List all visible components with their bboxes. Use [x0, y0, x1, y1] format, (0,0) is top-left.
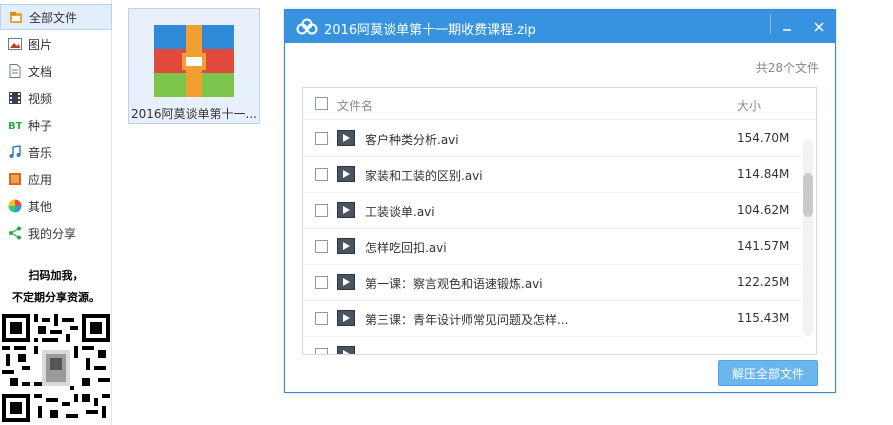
- file-row-size: 122.25M: [737, 275, 790, 289]
- sidebar-item-documents[interactable]: 文档: [0, 58, 112, 84]
- file-row[interactable]: 怎样吃回扣.avi 141.57M: [303, 229, 801, 265]
- dialog-title: 2016阿莫谈单第十一期收费课程.zip: [324, 23, 536, 38]
- column-header-name[interactable]: 文件名: [337, 97, 373, 114]
- dialog-titlebar[interactable]: 2016阿莫谈单第十一期收费课程.zip: [285, 10, 835, 43]
- file-row-checkbox[interactable]: [315, 348, 328, 354]
- music-icon: [9, 145, 21, 158]
- file-row-checkbox[interactable]: [315, 312, 328, 325]
- video-file-icon: [337, 310, 355, 326]
- sidebar-item-torrents[interactable]: BT 种子: [0, 112, 112, 138]
- file-row-size: 115.43M: [737, 311, 790, 325]
- column-header-size[interactable]: 大小: [737, 97, 761, 114]
- file-row-name: 客户种类分析.avi: [365, 133, 459, 147]
- file-row[interactable]: 工装谈单.avi 104.62M: [303, 193, 801, 229]
- sidebar-item-all-files[interactable]: 全部文件: [0, 4, 112, 30]
- file-row-name: 第一课：察言观色和语速锻炼.avi: [365, 277, 543, 291]
- zip-file-tile[interactable]: 2016阿莫谈单第十一...: [128, 8, 260, 124]
- file-list-scrollbar[interactable]: [803, 140, 813, 336]
- video-icon: [9, 92, 21, 104]
- file-row[interactable]: 客户种类分析.avi 154.70M: [303, 121, 801, 157]
- video-file-icon: [337, 166, 355, 182]
- bt-icon: BT: [8, 121, 22, 132]
- close-button[interactable]: [803, 10, 835, 43]
- file-row-checkbox[interactable]: [315, 132, 328, 145]
- select-all-checkbox[interactable]: [315, 97, 328, 110]
- other-icon: [8, 199, 22, 213]
- app-window: 全部文件 图片 文档 视频 BT 种子 音乐 应用 其他 我的分享 扫码加我， …: [0, 0, 893, 425]
- file-row-checkbox[interactable]: [315, 276, 328, 289]
- sidebar-item-label: 我的分享: [28, 226, 77, 241]
- close-icon: [814, 21, 824, 32]
- file-row-name: 家装和工装的区别.avi: [365, 169, 483, 183]
- file-list: 文件名 大小 客户种类分析.avi 154.70M 家装和工装的区别.avi 1…: [302, 87, 817, 355]
- sidebar-item-label: 文档: [28, 64, 53, 79]
- file-row-size: 141.57M: [737, 239, 790, 253]
- promo-text-line2: 不定期分享资源。: [12, 291, 100, 304]
- promo-text-line1: 扫码加我，: [28, 269, 84, 282]
- document-icon: [9, 64, 21, 78]
- sidebar-item-label: 图片: [28, 37, 53, 52]
- extract-all-button[interactable]: 解压全部文件: [718, 360, 818, 386]
- file-row[interactable]: 家装和工装的区别.avi 114.84M: [303, 157, 801, 193]
- file-row-size: 114.84M: [737, 167, 790, 181]
- sidebar-item-label: 全部文件: [29, 10, 78, 25]
- sidebar-item-label: 视频: [28, 91, 53, 106]
- qr-code-image: [2, 314, 110, 422]
- minimize-icon: [783, 28, 791, 31]
- minimize-button[interactable]: [771, 10, 803, 43]
- sidebar: 全部文件 图片 文档 视频 BT 种子 音乐 应用 其他 我的分享 扫码加我， …: [0, 0, 112, 425]
- scrollbar-thumb[interactable]: [803, 173, 813, 217]
- file-count-label: 共28个文件: [755, 61, 819, 75]
- video-file-icon: [337, 130, 355, 146]
- zip-preview-dialog: 2016阿莫谈单第十一期收费课程.zip 共28个文件 文件名 大小 客户种类分…: [284, 9, 836, 393]
- file-row-checkbox[interactable]: [315, 204, 328, 217]
- sidebar-item-videos[interactable]: 视频: [0, 85, 112, 111]
- cloud-logo-icon: [296, 18, 318, 35]
- share-icon: [9, 226, 21, 240]
- video-file-icon: [337, 238, 355, 254]
- zip-archive-icon: [154, 25, 234, 97]
- file-row-partial[interactable]: [303, 337, 801, 354]
- sidebar-item-label: 其他: [28, 199, 53, 214]
- video-file-icon: [337, 346, 355, 354]
- sidebar-item-my-share[interactable]: 我的分享: [0, 220, 112, 246]
- svg-text:BT: BT: [8, 121, 22, 132]
- file-list-header: 文件名 大小: [303, 88, 816, 120]
- sidebar-item-other[interactable]: 其他: [0, 193, 112, 219]
- sidebar-item-label: 种子: [28, 118, 53, 133]
- video-file-icon: [337, 274, 355, 290]
- sidebar-item-pictures[interactable]: 图片: [0, 31, 112, 57]
- zip-file-name: 2016阿莫谈单第十一...: [131, 107, 257, 121]
- file-row-name: 怎样吃回扣.avi: [365, 241, 447, 255]
- file-row[interactable]: 第一课：察言观色和语速锻炼.avi 122.25M: [303, 265, 801, 301]
- file-row[interactable]: 第三课：青年设计师常见问题及怎样... 115.43M: [303, 301, 801, 337]
- picture-icon: [8, 38, 22, 50]
- file-row-name: 第三课：青年设计师常见问题及怎样...: [365, 313, 569, 327]
- file-row-checkbox[interactable]: [315, 168, 328, 181]
- sidebar-item-label: 应用: [28, 172, 53, 187]
- all-files-icon: [10, 12, 22, 23]
- file-row-checkbox[interactable]: [315, 240, 328, 253]
- sidebar-item-music[interactable]: 音乐: [0, 139, 112, 165]
- app-icon: [9, 173, 21, 185]
- video-file-icon: [337, 202, 355, 218]
- sidebar-item-apps[interactable]: 应用: [0, 166, 112, 192]
- file-row-size: 104.62M: [737, 203, 790, 217]
- sidebar-item-label: 音乐: [28, 145, 53, 160]
- file-row-size: 154.70M: [737, 131, 790, 145]
- file-row-name: 工装谈单.avi: [365, 205, 435, 219]
